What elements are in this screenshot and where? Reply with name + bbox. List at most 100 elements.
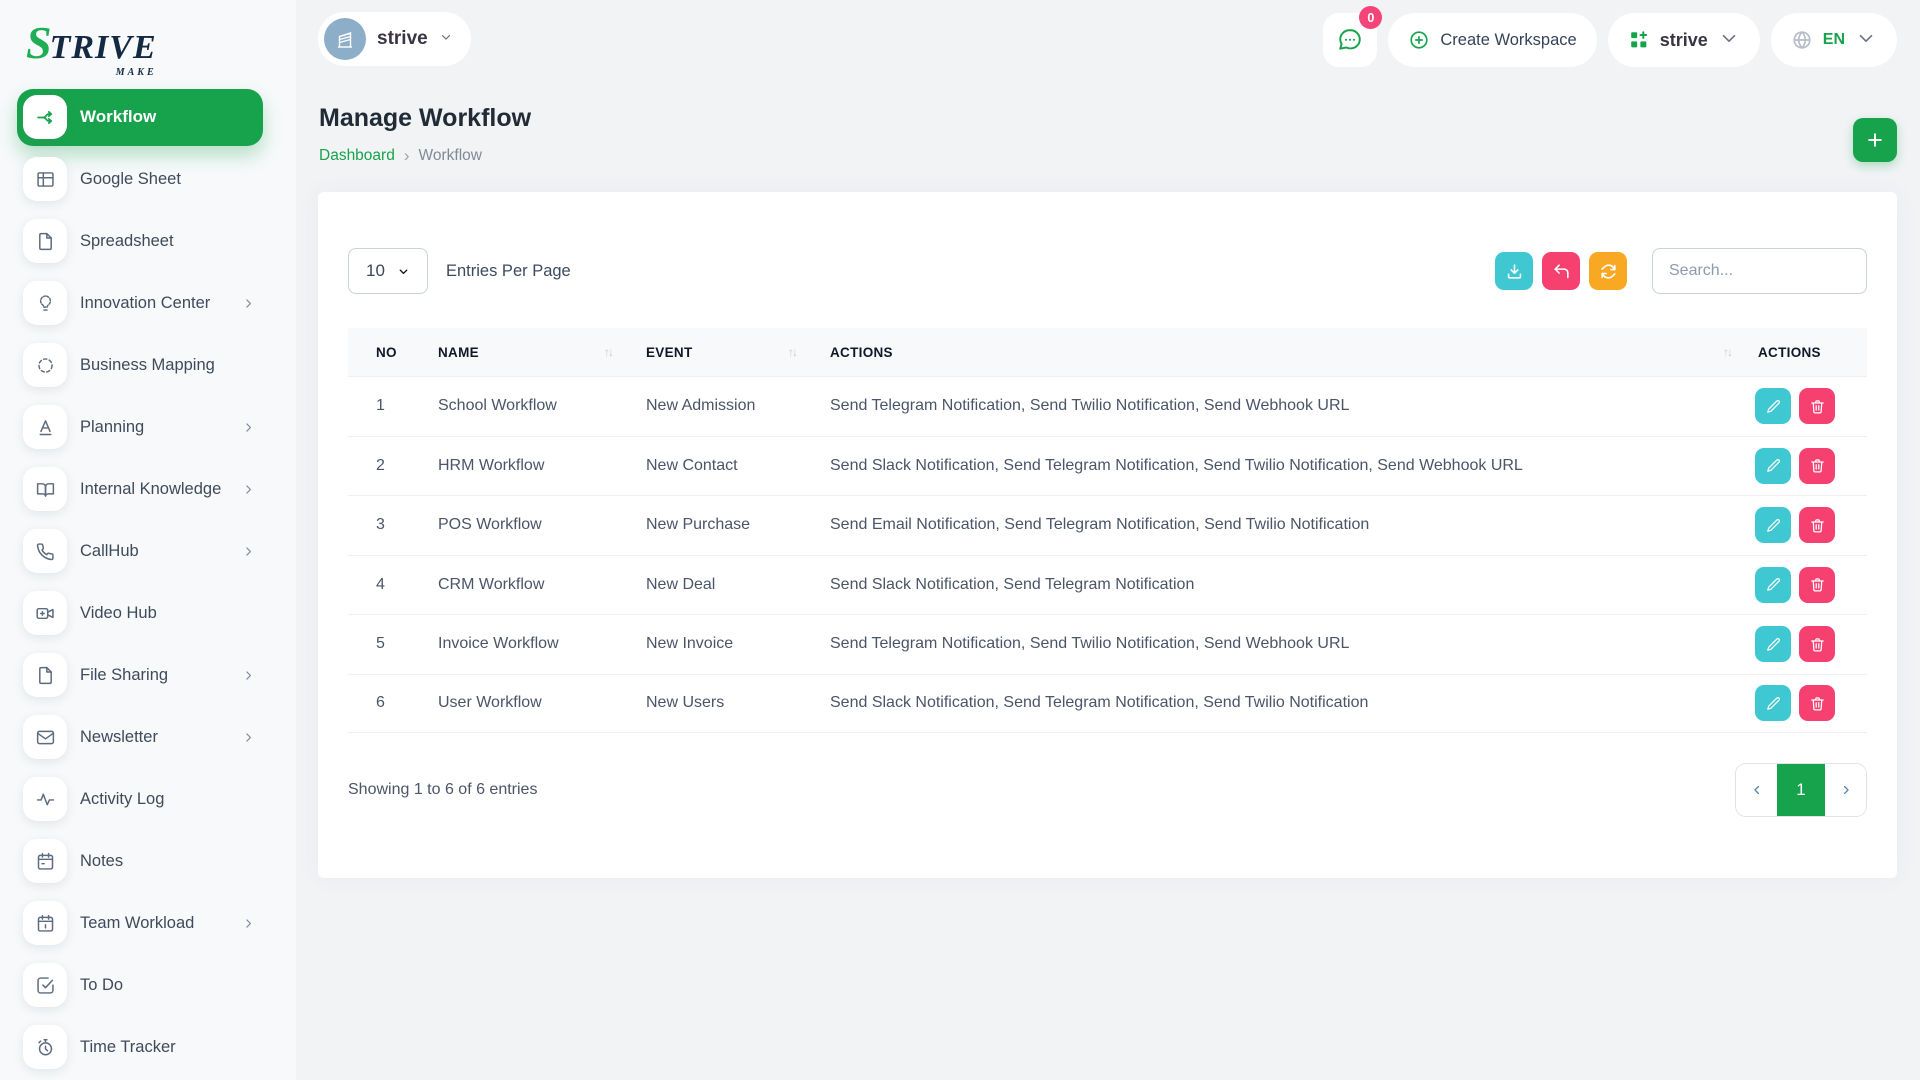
table-grid-icon [23,157,67,201]
tenant-selector[interactable]: strive [1608,13,1760,67]
globe-icon [1791,29,1813,51]
cell-actions: Send Slack Notification, Send Telegram N… [802,457,1737,475]
table-row: 4 CRM Workflow New Deal Send Slack Notif… [348,555,1867,615]
col-header-name[interactable]: NAME↑↓ [410,345,618,360]
create-workspace-button[interactable]: Create Workspace [1388,13,1596,67]
sidebar-item-business-mapping[interactable]: Business Mapping [0,334,296,396]
chat-button[interactable]: 0 [1323,13,1377,67]
trash-icon [1809,457,1826,474]
current-page-button[interactable]: 1 [1777,764,1825,816]
pagination: 1 [1735,763,1867,817]
language-selector[interactable]: EN [1771,13,1897,67]
cell-no: 5 [348,635,410,653]
sidebar-item-label: Activity Log [80,790,164,809]
sidebar-item-workflow[interactable]: Workflow [17,89,263,146]
search-input[interactable] [1652,248,1867,294]
sidebar-item-planning[interactable]: Planning [0,396,296,458]
chevron-down-icon [1855,27,1877,54]
main-area: strive 0 Create Workspace strive EN Mana… [296,0,1920,1080]
cell-event: New Invoice [618,635,802,653]
chevron-right-icon [242,731,255,744]
cell-actions: Send Email Notification, Send Telegram N… [802,516,1737,534]
sidebar-item-to-do[interactable]: To Do [0,954,296,1016]
sidebar-item-team-workload[interactable]: Team Workload [0,892,296,954]
chevron-right-icon [242,421,255,434]
sidebar-item-file-sharing[interactable]: File Sharing [0,644,296,706]
edit-button[interactable] [1755,685,1791,721]
cell-name: POS Workflow [410,516,618,534]
file-icon [23,653,67,697]
sidebar-item-label: Internal Knowledge [80,480,221,499]
cell-name: Invoice Workflow [410,635,618,653]
calendar-icon [23,839,67,883]
cell-name: CRM Workflow [410,576,618,594]
col-header-actions[interactable]: ACTIONS↑↓ [802,345,1737,360]
cell-no: 6 [348,694,410,712]
delete-button[interactable] [1799,448,1835,484]
sidebar-item-label: Newsletter [80,728,158,747]
edit-button[interactable] [1755,448,1791,484]
sort-icon[interactable]: ↑↓ [1723,345,1731,359]
col-header-row-actions: ACTIONS [1737,345,1867,360]
sidebar-item-video-hub[interactable]: Video Hub [0,582,296,644]
sidebar-item-spreadsheet[interactable]: Spreadsheet [0,210,296,272]
workspace-selector[interactable]: strive [318,12,471,66]
sort-icon[interactable]: ↑↓ [604,345,612,359]
letter-a-icon [23,405,67,449]
page-title: Manage Workflow [319,104,531,133]
cell-event: New Contact [618,457,802,475]
delete-button[interactable] [1799,507,1835,543]
undo-button[interactable] [1542,252,1580,290]
previous-page-button[interactable] [1736,764,1777,816]
delete-button[interactable] [1799,685,1835,721]
refresh-button[interactable] [1589,252,1627,290]
breadcrumb-dashboard-link[interactable]: Dashboard [319,147,395,165]
undo-arrow-icon [1552,262,1571,281]
export-button[interactable] [1495,252,1533,290]
sidebar-item-google-sheet[interactable]: Google Sheet [0,148,296,210]
entries-per-page-select[interactable]: 10 [348,248,428,294]
col-header-event[interactable]: EVENT↑↓ [618,345,802,360]
delete-button[interactable] [1799,567,1835,603]
sidebar-item-callhub[interactable]: CallHub [0,520,296,582]
dashed-circle-icon [23,343,67,387]
cell-no: 1 [348,397,410,415]
edit-button[interactable] [1755,388,1791,424]
calendar-icon [23,901,67,945]
cell-event: New Admission [618,397,802,415]
logo-text: TRIVE [50,31,157,65]
pencil-icon [1765,457,1782,474]
delete-button[interactable] [1799,626,1835,662]
sidebar-item-activity-log[interactable]: Activity Log [0,768,296,830]
delete-button[interactable] [1799,388,1835,424]
workflow-table: NO NAME↑↓ EVENT↑↓ ACTIONS↑↓ ACTIONS 1 Sc… [348,328,1867,733]
edit-button[interactable] [1755,507,1791,543]
chevron-right-icon [242,669,255,682]
add-workflow-button[interactable] [1853,118,1897,162]
sidebar-item-label: Workflow [80,107,156,127]
language-code: EN [1823,31,1845,49]
pencil-icon [1765,695,1782,712]
logo-s-glyph: S [26,20,50,66]
trash-icon [1809,517,1826,534]
sidebar-item-newsletter[interactable]: Newsletter [0,706,296,768]
sidebar-nav: Workflow Google Sheet Spreadsheet Innova… [0,86,296,1078]
sidebar-item-internal-knowledge[interactable]: Internal Knowledge [0,458,296,520]
chevron-down-icon [397,265,410,278]
edit-button[interactable] [1755,626,1791,662]
trash-icon [1809,695,1826,712]
cell-actions: Send Telegram Notification, Send Twilio … [802,397,1737,415]
sidebar-item-innovation-center[interactable]: Innovation Center [0,272,296,334]
workflow-split-icon [23,95,67,139]
cell-actions: Send Slack Notification, Send Telegram N… [802,694,1737,712]
grid-plus-icon [1628,29,1650,51]
next-page-button[interactable] [1825,764,1866,816]
table-row: 3 POS Workflow New Purchase Send Email N… [348,495,1867,555]
sidebar-item-time-tracker[interactable]: Time Tracker [0,1016,296,1078]
plus-icon [1865,130,1885,150]
edit-button[interactable] [1755,567,1791,603]
tenant-name: strive [1660,30,1708,51]
sort-icon[interactable]: ↑↓ [788,345,796,359]
brand-logo[interactable]: STRIVE MAKE [0,0,296,86]
sidebar-item-notes[interactable]: Notes [0,830,296,892]
